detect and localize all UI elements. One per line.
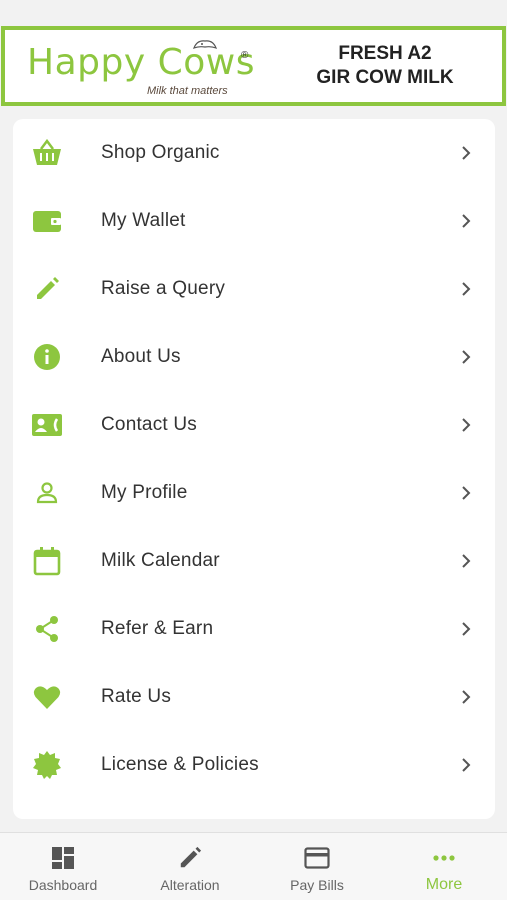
- heart-icon: [31, 681, 63, 713]
- chevron-right-icon: [462, 554, 471, 568]
- menu-item-label: About Us: [101, 346, 181, 367]
- seal-icon: [31, 749, 63, 781]
- chevron-right-icon: [462, 146, 471, 160]
- menu-item-rate-us[interactable]: Rate Us: [13, 663, 495, 731]
- menu-item-label: Shop Organic: [101, 142, 220, 163]
- menu-item-label: Milk Calendar: [101, 550, 220, 571]
- brand-name: Happy Cows: [27, 42, 255, 83]
- menu-item-shop-organic[interactable]: Shop Organic: [13, 119, 495, 187]
- menu-item-about-us[interactable]: About Us: [13, 323, 495, 391]
- screen: Happy Cows ® Milk that matters FRESH A2 …: [0, 0, 507, 900]
- tab-alteration[interactable]: Alteration: [127, 833, 253, 900]
- pencil-icon: [177, 845, 203, 871]
- bottom-tab-bar: Dashboard Alteration Pay Bills More: [0, 832, 507, 900]
- menu-item-license-policies[interactable]: License & Policies: [13, 731, 495, 799]
- more-menu-card: Shop Organic My Wallet Raise a Query Abo…: [13, 119, 495, 819]
- menu-item-my-wallet[interactable]: My Wallet: [13, 187, 495, 255]
- basket-icon: [31, 137, 63, 169]
- info-icon: [31, 341, 63, 373]
- tab-label: Pay Bills: [290, 877, 344, 893]
- menu-item-raise-query[interactable]: Raise a Query: [13, 255, 495, 323]
- tab-label: Dashboard: [28, 877, 98, 893]
- chevron-right-icon: [462, 758, 471, 772]
- share-icon: [31, 613, 63, 645]
- headline-line-1: FRESH A2: [338, 43, 432, 64]
- menu-item-label: Refer & Earn: [101, 618, 214, 639]
- menu-item-label: License & Policies: [101, 754, 259, 775]
- menu-item-label: Contact Us: [101, 414, 197, 435]
- cow-head-icon: [192, 40, 218, 50]
- menu-item-label: Raise a Query: [101, 278, 226, 299]
- menu-item-milk-calendar[interactable]: Milk Calendar: [13, 527, 495, 595]
- menu-item-my-profile[interactable]: My Profile: [13, 459, 495, 527]
- tab-dashboard[interactable]: Dashboard: [0, 833, 126, 900]
- more-dots-icon: [431, 845, 457, 871]
- calendar-icon: [31, 545, 63, 577]
- card-icon: [304, 845, 330, 871]
- menu-item-label: Rate Us: [101, 686, 172, 707]
- chevron-right-icon: [462, 282, 471, 296]
- contact-card-icon: [31, 409, 63, 441]
- brand-tagline: Milk that matters: [147, 85, 228, 97]
- headline-line-2: GIR COW MILK: [316, 67, 454, 88]
- chevron-right-icon: [462, 486, 471, 500]
- promo-banner[interactable]: Happy Cows ® Milk that matters FRESH A2 …: [1, 26, 506, 106]
- wallet-icon: [31, 205, 63, 237]
- chevron-right-icon: [462, 350, 471, 364]
- menu-item-refer-earn[interactable]: Refer & Earn: [13, 595, 495, 663]
- menu-item-contact-us[interactable]: Contact Us: [13, 391, 495, 459]
- chevron-right-icon: [462, 690, 471, 704]
- banner-headline: FRESH A2 GIR COW MILK: [305, 42, 465, 90]
- registered-mark: ®: [241, 50, 249, 61]
- brand-logo: Happy Cows ® Milk that matters: [5, 30, 305, 102]
- chevron-right-icon: [462, 214, 471, 228]
- tab-pay-bills[interactable]: Pay Bills: [254, 833, 380, 900]
- tab-label: More: [425, 876, 463, 893]
- pencil-icon: [31, 273, 63, 305]
- menu-item-label: My Wallet: [101, 210, 186, 231]
- chevron-right-icon: [462, 622, 471, 636]
- person-icon: [31, 477, 63, 509]
- tab-more[interactable]: More: [381, 833, 507, 900]
- dashboard-icon: [50, 845, 76, 871]
- menu-item-label: My Profile: [101, 482, 188, 503]
- tab-label: Alteration: [160, 877, 220, 893]
- chevron-right-icon: [462, 418, 471, 432]
